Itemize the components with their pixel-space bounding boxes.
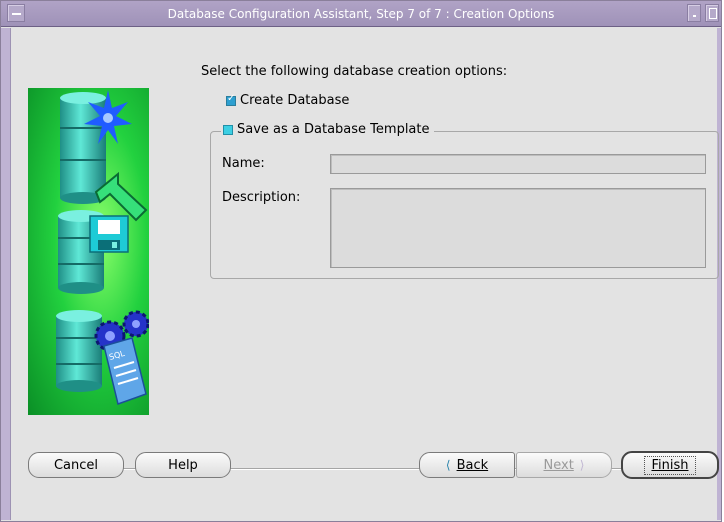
floppy-disk-icon [89, 215, 129, 253]
finish-button-label: Finish [651, 457, 689, 473]
window-left-border [1, 28, 11, 520]
back-arrow-icon: ⟨ [445, 458, 451, 472]
back-button[interactable]: ⟨ Back [419, 452, 515, 478]
template-name-field[interactable] [330, 154, 706, 174]
back-button-label: Back [456, 457, 489, 473]
title-bar[interactable]: Database Configuration Assistant, Step 7… [1, 1, 721, 27]
wizard-illustration: SQL [28, 88, 149, 415]
minimize-icon[interactable] [687, 4, 701, 22]
next-arrow-icon: ⟩ [579, 458, 585, 472]
next-button-label: Next [543, 457, 574, 473]
help-button-label: Help [168, 457, 198, 473]
description-label: Description: [222, 190, 301, 205]
window-title: Database Configuration Assistant, Step 7… [167, 7, 555, 21]
finish-button[interactable]: Finish [621, 451, 719, 479]
save-template-label: Save as a Database Template [237, 122, 430, 137]
cancel-button[interactable]: Cancel [28, 452, 124, 478]
template-description-field[interactable] [330, 188, 706, 268]
sql-script-icon: SQL [103, 337, 147, 405]
save-template-checkbox[interactable] [223, 124, 233, 135]
maximize-icon[interactable] [705, 4, 719, 22]
next-button[interactable]: Next ⟩ [516, 452, 612, 478]
name-label: Name: [222, 156, 265, 171]
help-button[interactable]: Help [135, 452, 231, 478]
create-database-checkbox[interactable] [226, 93, 236, 106]
dbca-window: Database Configuration Assistant, Step 7… [0, 0, 722, 522]
create-database-label: Create Database [240, 93, 350, 108]
footer-separator [29, 468, 717, 470]
page-heading: Select the following database creation o… [201, 64, 508, 79]
create-database-option[interactable]: Create Database [226, 93, 349, 108]
cancel-button-label: Cancel [53, 457, 99, 473]
database-icon [56, 310, 102, 392]
save-template-option[interactable]: Save as a Database Template [221, 122, 434, 137]
